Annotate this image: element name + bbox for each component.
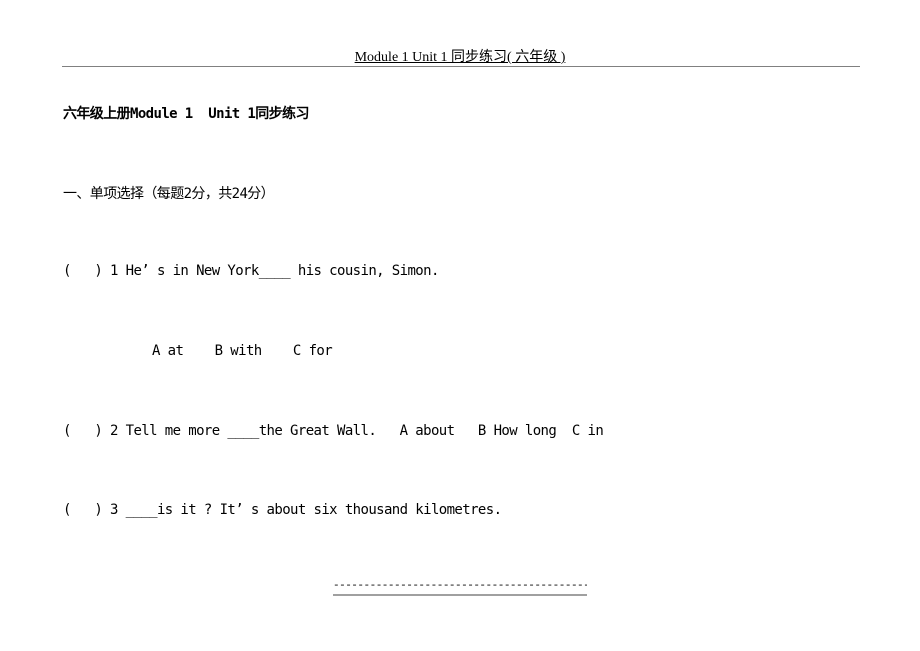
footer-divider [333, 594, 587, 596]
page-header: Module 1 Unit 1 同步练习( 六年级 ) [0, 46, 920, 66]
question-1: ( ) 1 He’ s in New York____ his cousin, … [63, 263, 439, 279]
question-2: ( ) 2 Tell me more ____the Great Wall. A… [63, 423, 604, 439]
page-header-title: Module 1 Unit 1 同步练习( 六年级 ) [354, 50, 566, 65]
question-3: ( ) 3 ____is it ? It’ s about six thousa… [63, 502, 502, 518]
document-title: 六年级上册Module 1 Unit 1同步练习 [63, 106, 309, 122]
question-1-options: A at B with C for [152, 343, 333, 359]
header-divider [62, 66, 860, 67]
section-heading: 一、单项选择（每题2分，共24分） [63, 186, 275, 202]
footer-dashed-line: ----------------------------------------… [333, 580, 587, 592]
